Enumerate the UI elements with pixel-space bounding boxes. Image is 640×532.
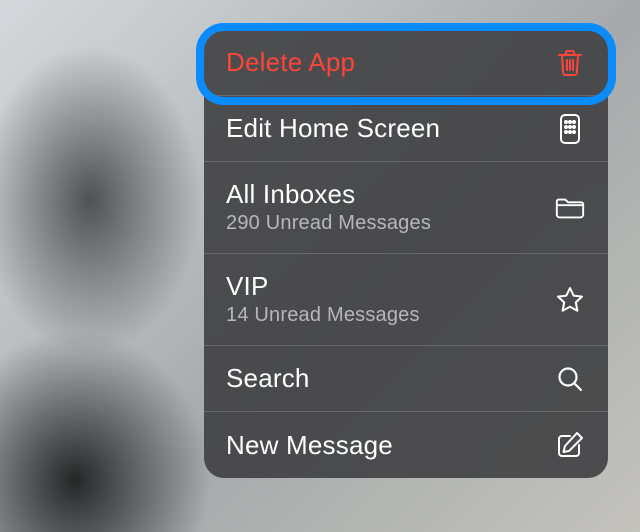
folder-icon — [554, 192, 586, 224]
menu-item-new-message[interactable]: New Message — [204, 412, 608, 478]
menu-item-all-inboxes[interactable]: All Inboxes 290 Unread Messages — [204, 162, 608, 254]
menu-item-title: All Inboxes — [226, 180, 431, 209]
search-icon — [554, 363, 586, 395]
menu-item-edit-home-screen[interactable]: Edit Home Screen — [204, 96, 608, 162]
menu-item-title: Delete App — [226, 48, 355, 77]
menu-item-title: Edit Home Screen — [226, 114, 440, 143]
context-menu: Delete App Edit Home Screen — [204, 30, 608, 478]
menu-item-title: Search — [226, 364, 310, 393]
trash-icon — [554, 47, 586, 79]
menu-item-title: New Message — [226, 431, 393, 460]
compose-icon — [554, 429, 586, 461]
menu-item-subtitle: 14 Unread Messages — [226, 304, 420, 327]
menu-item-title: VIP — [226, 272, 420, 301]
home-grid-icon — [554, 113, 586, 145]
menu-item-delete-app[interactable]: Delete App — [204, 30, 608, 96]
menu-item-search[interactable]: Search — [204, 346, 608, 412]
menu-item-subtitle: 290 Unread Messages — [226, 212, 431, 235]
menu-item-vip[interactable]: VIP 14 Unread Messages — [204, 254, 608, 346]
star-icon — [554, 284, 586, 316]
